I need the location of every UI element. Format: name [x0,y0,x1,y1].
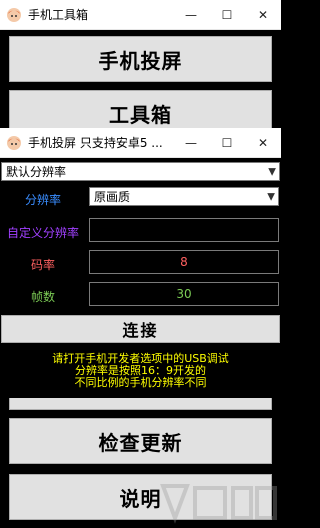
custom-resolution-input[interactable] [89,218,279,242]
chevron-down-icon: ▼ [267,191,275,202]
main-window-title: 手机工具箱 [28,8,89,22]
dialog-titlebar[interactable]: 手机投屏 只支持安卓5 ... — ☐ ✕ [0,128,281,158]
main-titlebar[interactable]: 手机工具箱 — ☐ ✕ [0,0,281,30]
custom-resolution-label: 自定义分辨率 [6,226,79,240]
mirror-dialog: 手机投屏 只支持安卓5 ... — ☐ ✕ 默认分辨率 ▼ 分辨率 原画质 ▼ … [0,128,281,398]
framerate-input[interactable]: 30 [89,282,279,306]
dialog-title: 手机投屏 只支持安卓5 ... [28,136,163,150]
resolution-mode-select[interactable]: 默认分辨率 ▼ [1,162,280,181]
maximize-button[interactable]: ☐ [209,0,245,30]
resolution-mode-value: 默认分辨率 [6,165,67,179]
app-icon [7,135,21,150]
watermark-logo [160,484,277,524]
mirror-button[interactable]: 手机投屏 [9,36,272,82]
chevron-down-icon: ▼ [268,166,276,177]
dialog-minimize-button[interactable]: — [173,128,209,158]
framerate-label: 帧数 [30,290,55,304]
dialog-close-button[interactable]: ✕ [245,128,281,158]
connect-button[interactable]: 连接 [1,315,280,343]
bitrate-input[interactable]: 8 [89,250,279,274]
app-icon [7,7,21,22]
close-button[interactable]: ✕ [245,0,281,30]
dialog-maximize-button[interactable]: ☐ [209,128,245,158]
check-update-button[interactable]: 检查更新 [9,418,272,464]
resolution-value: 原画质 [94,190,131,204]
resolution-select[interactable]: 原画质 ▼ [89,187,279,206]
info-line-3: 不同比例的手机分辨率不同 [74,376,207,389]
minimize-button[interactable]: — [173,0,209,30]
bitrate-label: 码率 [30,258,55,272]
resolution-label: 分辨率 [24,193,61,207]
